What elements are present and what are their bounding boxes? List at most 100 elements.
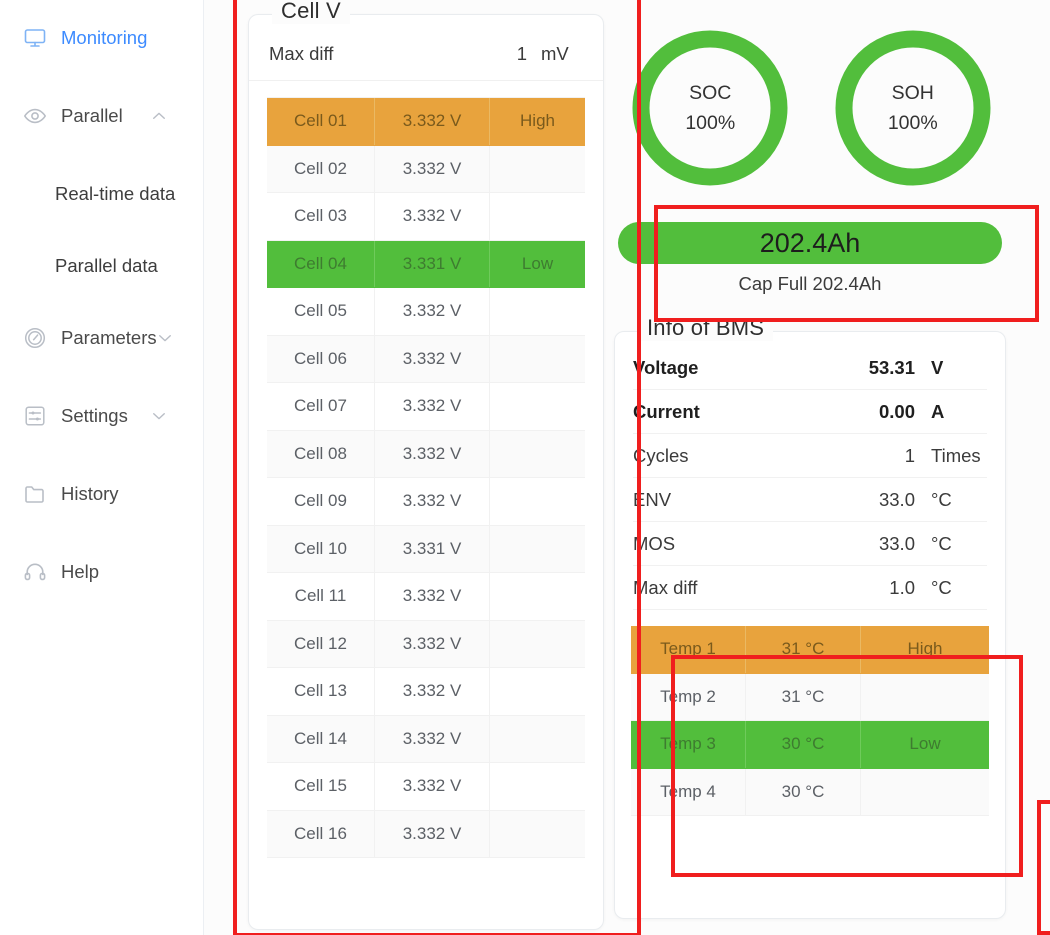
- capacity-value: 202.4Ah: [760, 228, 861, 259]
- cell-voltage: 3.332 V: [375, 193, 490, 240]
- bms-info-unit: A: [931, 401, 987, 423]
- sidebar-item-label: Settings: [61, 405, 128, 427]
- temperature-row[interactable]: Temp 430 °C: [631, 769, 989, 817]
- cell-row[interactable]: Cell 023.332 V: [267, 146, 585, 194]
- bms-info-label: ENV: [633, 489, 839, 511]
- chevron-down-icon[interactable]: [156, 329, 174, 347]
- cell-row[interactable]: Cell 093.332 V: [267, 478, 585, 526]
- cell-row[interactable]: Cell 073.332 V: [267, 383, 585, 431]
- capacity-block: 202.4Ah Cap Full 202.4Ah: [618, 222, 1002, 295]
- cell-name: Cell 09: [267, 478, 375, 525]
- cell-voltage: 3.331 V: [375, 241, 490, 288]
- soh-gauge: SOH 100%: [827, 22, 999, 194]
- cell-status: [490, 526, 585, 573]
- cell-voltage: 3.332 V: [375, 668, 490, 715]
- sidebar-item-label: Parallel: [61, 105, 123, 127]
- cell-row[interactable]: Cell 113.332 V: [267, 573, 585, 621]
- cell-voltage: 3.332 V: [375, 146, 490, 193]
- cell-voltage: 3.332 V: [375, 716, 490, 763]
- bms-info-row: MOS33.0°C: [633, 522, 987, 566]
- cell-status: [490, 146, 585, 193]
- cell-voltage: 3.332 V: [375, 336, 490, 383]
- cell-row[interactable]: Cell 123.332 V: [267, 621, 585, 669]
- sidebar-item-parallel[interactable]: Parallel: [0, 96, 204, 136]
- cell-name: Cell 04: [267, 241, 375, 288]
- sidebar-item-settings[interactable]: Settings: [0, 396, 204, 436]
- sidebar-item-real-time-data[interactable]: Real-time data: [0, 174, 204, 214]
- cell-voltage: 3.332 V: [375, 621, 490, 668]
- cell-status: Low: [490, 241, 585, 288]
- bms-info-row: Max diff1.0°C: [633, 566, 987, 610]
- sidebar-item-parallel-data[interactable]: Parallel data: [0, 246, 204, 286]
- cell-row[interactable]: Cell 133.332 V: [267, 668, 585, 716]
- cell-voltage: 3.332 V: [375, 573, 490, 620]
- cell-status: [490, 193, 585, 240]
- cell-voltage: 3.332 V: [375, 288, 490, 335]
- cell-row[interactable]: Cell 153.332 V: [267, 763, 585, 811]
- bms-info-row: Current0.00A: [633, 390, 987, 434]
- cell-voltage: 3.332 V: [375, 811, 490, 858]
- cell-row[interactable]: Cell 103.331 V: [267, 526, 585, 574]
- soh-gauge-label: SOH: [892, 78, 934, 108]
- sidebar-item-label: Real-time data: [55, 183, 175, 205]
- sidebar-item-label: History: [61, 483, 119, 505]
- cell-voltage-panel-title: Cell V: [272, 0, 350, 24]
- temp-value: 31 °C: [746, 626, 861, 673]
- cell-voltage: 3.332 V: [375, 763, 490, 810]
- cell-row[interactable]: Cell 143.332 V: [267, 716, 585, 764]
- soc-gauge-label: SOC: [689, 78, 731, 108]
- temp-status: [861, 769, 989, 816]
- cell-row[interactable]: Cell 013.332 VHigh: [267, 98, 585, 146]
- soc-gauge: SOC 100%: [624, 22, 796, 194]
- sidebar-item-label: Help: [61, 561, 99, 583]
- cell-row[interactable]: Cell 163.332 V: [267, 811, 585, 859]
- cell-name: Cell 03: [267, 193, 375, 240]
- cell-name: Cell 16: [267, 811, 375, 858]
- bms-info-list: Voltage53.31VCurrent0.00ACycles1TimesENV…: [615, 332, 1005, 610]
- monitor-icon: [22, 25, 48, 51]
- bms-info-row: ENV33.0°C: [633, 478, 987, 522]
- bms-info-value: 53.31: [839, 357, 931, 379]
- cell-row[interactable]: Cell 063.332 V: [267, 336, 585, 384]
- cell-status: [490, 383, 585, 430]
- sidebar-item-label: Monitoring: [61, 27, 147, 49]
- sidebar-item-label: Parallel data: [55, 255, 158, 277]
- cell-max-diff-value: 1: [487, 43, 541, 65]
- cell-row[interactable]: Cell 043.331 VLow: [267, 241, 585, 289]
- cell-status: [490, 621, 585, 668]
- sidebar-item-help[interactable]: Help: [0, 552, 204, 592]
- cell-name: Cell 06: [267, 336, 375, 383]
- capacity-subtitle: Cap Full 202.4Ah: [618, 273, 1002, 295]
- cell-name: Cell 07: [267, 383, 375, 430]
- temperature-row[interactable]: Temp 231 °C: [631, 674, 989, 722]
- temperature-row[interactable]: Temp 330 °CLow: [631, 721, 989, 769]
- cell-status: [490, 288, 585, 335]
- sliders-icon: [22, 403, 48, 429]
- bms-info-value: 1: [839, 445, 931, 467]
- cell-name: Cell 12: [267, 621, 375, 668]
- bms-info-label: MOS: [633, 533, 839, 555]
- cell-row[interactable]: Cell 083.332 V: [267, 431, 585, 479]
- cell-name: Cell 08: [267, 431, 375, 478]
- sidebar-item-monitoring[interactable]: Monitoring: [0, 18, 204, 58]
- temperature-row[interactable]: Temp 131 °CHigh: [631, 626, 989, 674]
- gauge-icon: [22, 325, 48, 351]
- bms-info-row: Voltage53.31V: [633, 346, 987, 390]
- temp-name: Temp 2: [631, 674, 746, 721]
- chevron-down-icon[interactable]: [150, 407, 168, 425]
- cell-status: [490, 811, 585, 858]
- temp-name: Temp 1: [631, 626, 746, 673]
- sidebar-item-history[interactable]: History: [0, 474, 204, 514]
- chevron-up-icon[interactable]: [150, 107, 168, 125]
- cell-status: [490, 336, 585, 383]
- bms-info-label: Current: [633, 401, 839, 423]
- gauge-group: SOC 100% SOH 100%: [609, 22, 1014, 194]
- cell-status: [490, 763, 585, 810]
- cell-row[interactable]: Cell 033.332 V: [267, 193, 585, 241]
- cell-status: [490, 478, 585, 525]
- sidebar-item-parameters[interactable]: Parameters: [0, 318, 204, 358]
- temp-name: Temp 3: [631, 721, 746, 768]
- cell-row[interactable]: Cell 053.332 V: [267, 288, 585, 336]
- folder-icon: [22, 481, 48, 507]
- cell-name: Cell 01: [267, 98, 375, 145]
